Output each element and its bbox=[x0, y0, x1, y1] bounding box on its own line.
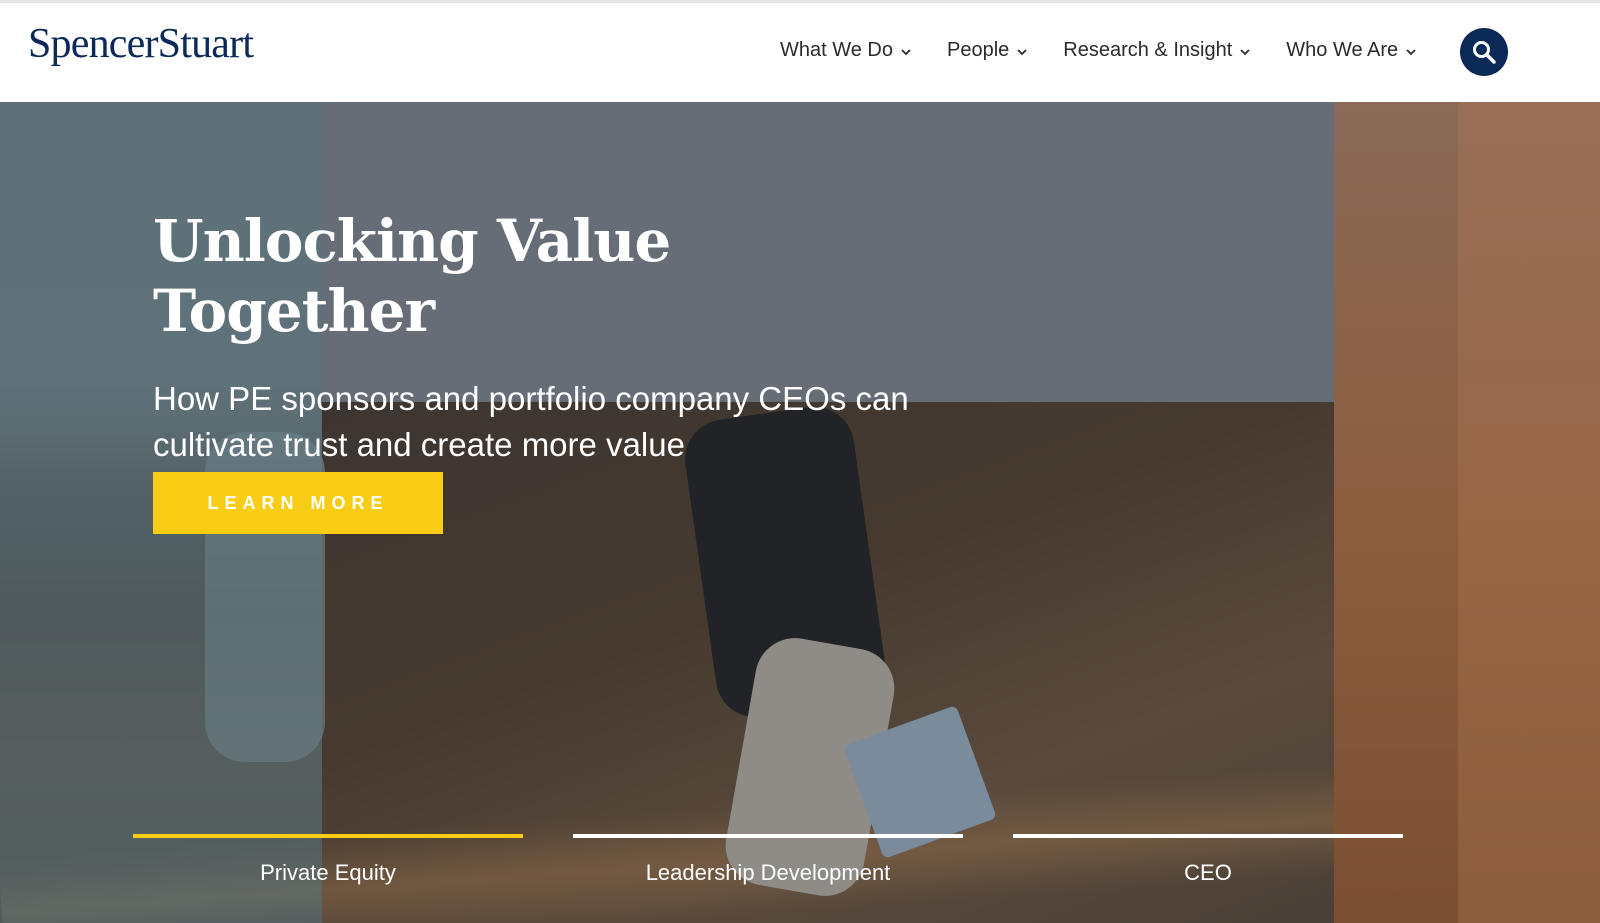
hero-title: Unlocking Value Together bbox=[153, 207, 671, 345]
nav-item-what-we-do[interactable]: What We Do bbox=[780, 39, 913, 62]
tab-private-equity[interactable]: Private Equity bbox=[133, 834, 523, 886]
hero-tabs: Private Equity Leadership Development CE… bbox=[133, 834, 1453, 886]
nav-item-people[interactable]: People bbox=[947, 39, 1029, 62]
nav-item-research-insight[interactable]: Research & Insight bbox=[1063, 39, 1252, 62]
hero-content: Unlocking Value Together How PE sponsors… bbox=[153, 207, 953, 469]
nav-item-who-we-are[interactable]: Who We Are bbox=[1286, 39, 1418, 62]
tab-indicator bbox=[133, 834, 523, 838]
nav-item-label: People bbox=[947, 39, 1010, 61]
spencerstuart-logo[interactable]: SpencerStuart bbox=[28, 23, 254, 65]
tab-label: Private Equity bbox=[260, 860, 396, 885]
hero-banner: Unlocking Value Together How PE sponsors… bbox=[0, 102, 1600, 923]
main-nav: What We Do People Research & Insight Who… bbox=[780, 39, 1452, 62]
search-icon bbox=[1473, 41, 1496, 64]
nav-item-label: Research & Insight bbox=[1063, 39, 1233, 61]
chevron-down-icon bbox=[901, 49, 911, 56]
tab-indicator bbox=[573, 834, 963, 838]
nav-item-label: Who We Are bbox=[1286, 39, 1399, 61]
tab-label: CEO bbox=[1184, 860, 1232, 885]
search-button[interactable] bbox=[1460, 28, 1508, 76]
hero-overlay-right-edge bbox=[1458, 102, 1600, 923]
chevron-down-icon bbox=[1240, 49, 1250, 56]
tab-leadership-development[interactable]: Leadership Development bbox=[573, 834, 963, 886]
tab-indicator bbox=[1013, 834, 1403, 838]
nav-item-label: What We Do bbox=[780, 39, 893, 61]
chevron-down-icon bbox=[1017, 49, 1027, 56]
chevron-down-icon bbox=[1406, 49, 1416, 56]
site-header: SpencerStuart What We Do People Research… bbox=[0, 3, 1600, 102]
hero-subtitle: How PE sponsors and portfolio company CE… bbox=[153, 380, 909, 464]
tab-label: Leadership Development bbox=[645, 860, 891, 885]
learn-more-button[interactable]: LEARN MORE bbox=[153, 472, 443, 534]
tab-ceo[interactable]: CEO bbox=[1013, 834, 1403, 886]
